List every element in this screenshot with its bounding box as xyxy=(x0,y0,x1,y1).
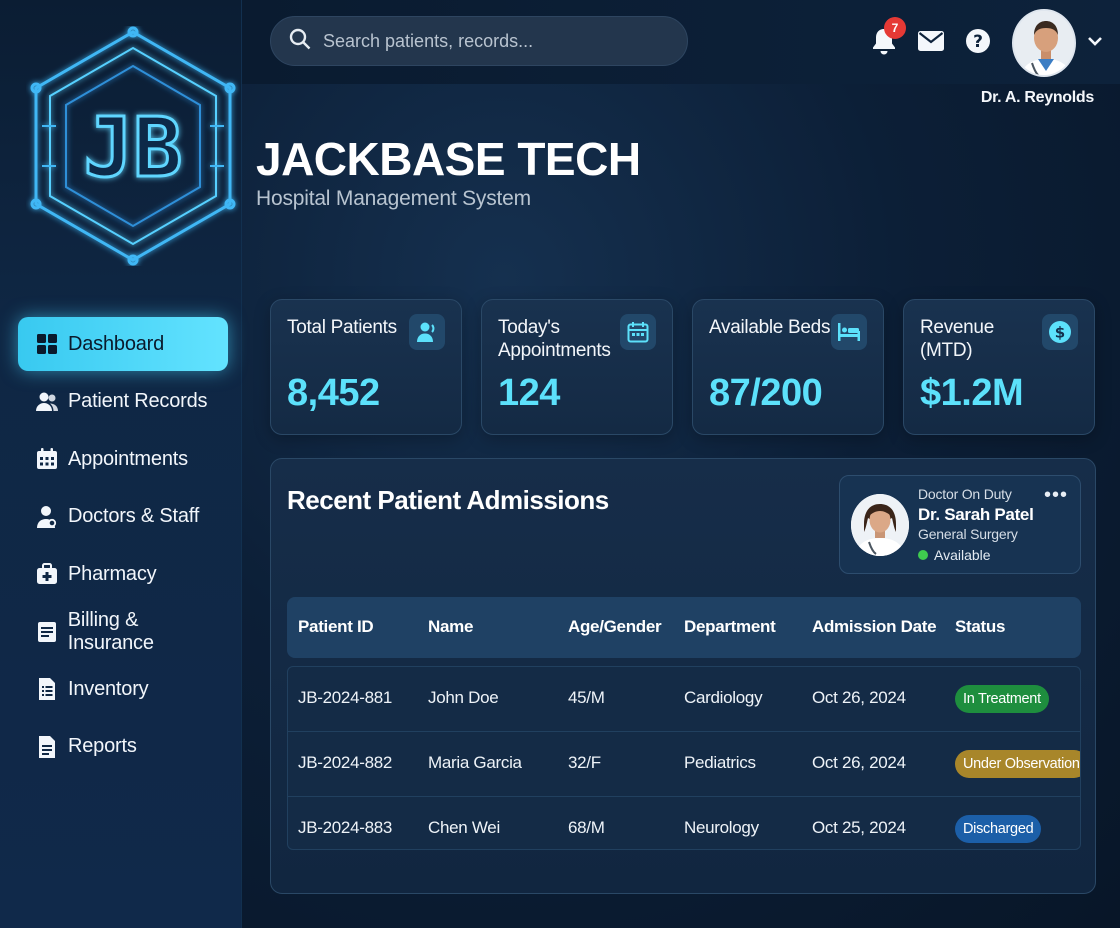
table-row[interactable]: JB-2024-882 Maria Garcia 32/F Pediatrics… xyxy=(288,732,1080,797)
help-icon[interactable]: ? xyxy=(963,26,993,56)
cell-age-gender: 45/M xyxy=(568,688,605,707)
cell-admission-date: Oct 25, 2024 xyxy=(812,818,906,837)
stat-value: 124 xyxy=(498,372,560,414)
sidebar-item-patient-records[interactable]: Patient Records xyxy=(18,375,228,429)
sidebar-item-pharmacy[interactable]: Pharmacy xyxy=(18,547,228,601)
status-badge: Discharged xyxy=(955,815,1042,843)
sidebar-item-label: Pharmacy xyxy=(68,562,157,585)
sidebar-item-reports[interactable]: Reports xyxy=(18,720,228,774)
stat-card-todays-appointments[interactable]: Today's Appointments 124 xyxy=(481,299,673,435)
doctor-on-duty-card[interactable]: Doctor On Duty Dr. Sarah Patel General S… xyxy=(839,475,1081,574)
cell-patient-id: JB-2024-883 xyxy=(298,818,393,837)
status-badge: In Treatment xyxy=(955,685,1049,713)
doctor-avatar xyxy=(851,494,909,556)
sidebar-item-appointments[interactable]: Appointments xyxy=(18,432,228,486)
users-icon xyxy=(34,389,60,415)
medicine-bag-icon xyxy=(34,561,60,587)
sidebar-item-label: Dashboard xyxy=(68,332,165,355)
table-header: Patient ID Name Age/Gender Department Ad… xyxy=(287,597,1081,658)
doctor-icon xyxy=(34,504,60,530)
sidebar-item-label: Appointments xyxy=(68,447,188,470)
status-dot-icon xyxy=(918,550,928,560)
cell-department: Pediatrics xyxy=(684,753,756,772)
report-icon xyxy=(34,734,60,760)
sidebar-item-dashboard[interactable]: Dashboard xyxy=(18,317,228,371)
column-header[interactable]: Admission Date xyxy=(812,617,937,637)
svg-text:JB: JB xyxy=(84,101,183,196)
user-avatar[interactable] xyxy=(1012,9,1076,77)
sidebar-item-label: Inventory xyxy=(68,677,149,700)
sidebar-nav: Dashboard Patient Records Appointments D… xyxy=(18,317,228,777)
sidebar: JB Dashboard Patient Records Appointment… xyxy=(0,0,242,928)
duty-status-text: Available xyxy=(934,547,991,563)
stat-card-revenue[interactable]: Revenue (MTD) $1.2M $ xyxy=(903,299,1095,435)
sidebar-item-label: Billing & Insurance xyxy=(67,608,154,654)
dashboard-grid-icon xyxy=(34,331,60,357)
column-header[interactable]: Patient ID xyxy=(298,617,374,637)
cell-department: Cardiology xyxy=(684,688,763,707)
duty-status: Available xyxy=(918,547,991,563)
stat-value: 8,452 xyxy=(287,372,380,414)
patient-icon xyxy=(409,314,445,350)
brand-subtitle: Hospital Management System xyxy=(256,187,531,210)
cell-admission-date: Oct 26, 2024 xyxy=(812,688,906,707)
table-body: JB-2024-881 John Doe 45/M Cardiology Oct… xyxy=(287,666,1081,850)
table-row[interactable]: JB-2024-881 John Doe 45/M Cardiology Oct… xyxy=(288,667,1080,732)
chevron-down-icon[interactable] xyxy=(1080,26,1110,56)
stat-label: Revenue (MTD) xyxy=(920,317,994,361)
cell-admission-date: Oct 26, 2024 xyxy=(812,753,906,772)
stat-card-available-beds[interactable]: Available Beds 87/200 xyxy=(692,299,884,435)
recent-admissions-panel: Recent Patient Admissions Doctor On Duty… xyxy=(270,458,1096,894)
sidebar-item-label: Patient Records xyxy=(68,390,208,412)
cell-age-gender: 68/M xyxy=(568,818,605,837)
sidebar-item-doctors-staff[interactable]: Doctors & Staff xyxy=(18,490,228,544)
status-badge: Under Observation xyxy=(955,750,1080,778)
dollar-icon: $ xyxy=(1042,314,1078,350)
jb-logo[interactable]: JB xyxy=(26,26,240,266)
cell-name: John Doe xyxy=(428,688,499,707)
stat-label: Today's Appointments xyxy=(498,317,611,361)
stat-card-total-patients[interactable]: Total Patients 8,452 xyxy=(270,299,462,435)
cell-age-gender: 32/F xyxy=(568,753,601,772)
inventory-icon xyxy=(34,676,60,702)
user-name: Dr. A. Reynolds xyxy=(980,89,1094,106)
stat-label: Available Beds xyxy=(709,317,831,338)
calendar-icon xyxy=(34,446,60,472)
search-input[interactable] xyxy=(323,30,663,52)
billing-icon xyxy=(34,619,60,645)
sidebar-item-billing-insurance[interactable]: Billing & Insurance xyxy=(18,605,228,659)
stat-value: 87/200 xyxy=(709,372,823,414)
bed-icon xyxy=(831,314,867,350)
cell-department: Neurology xyxy=(684,818,759,837)
table-row[interactable]: JB-2024-883 Chen Wei 68/M Neurology Oct … xyxy=(288,797,1080,849)
stat-label: Total Patients xyxy=(287,317,397,338)
column-header[interactable]: Department xyxy=(684,617,776,637)
notification-badge: 7 xyxy=(884,17,906,39)
sidebar-item-label: Reports xyxy=(68,735,137,757)
duty-specialty: General Surgery xyxy=(918,526,1018,542)
column-header[interactable]: Age/Gender xyxy=(568,617,662,637)
svg-text:?: ? xyxy=(973,32,983,52)
cell-patient-id: JB-2024-882 xyxy=(298,753,393,772)
sidebar-item-inventory[interactable]: Inventory xyxy=(18,662,228,716)
panel-title: Recent Patient Admissions xyxy=(287,485,609,515)
mail-icon[interactable] xyxy=(916,26,946,56)
column-header[interactable]: Status xyxy=(955,617,1005,637)
duty-heading: Doctor On Duty xyxy=(918,486,1012,502)
svg-text:$: $ xyxy=(1055,324,1065,342)
cell-name: Maria Garcia xyxy=(428,753,522,772)
column-header[interactable]: Name xyxy=(428,617,473,637)
brand-title: JACKBASE TECH xyxy=(256,133,641,185)
calendar-icon xyxy=(620,314,656,350)
more-options-icon[interactable]: ••• xyxy=(1044,484,1068,507)
search-icon xyxy=(289,28,311,55)
cell-name: Chen Wei xyxy=(428,818,500,837)
stat-value: $1.2M xyxy=(920,372,1024,414)
duty-doctor-name: Dr. Sarah Patel xyxy=(918,505,1034,524)
search-bar[interactable] xyxy=(270,16,688,66)
cell-patient-id: JB-2024-881 xyxy=(298,688,393,707)
sidebar-item-label: Doctors & Staff xyxy=(68,505,200,527)
